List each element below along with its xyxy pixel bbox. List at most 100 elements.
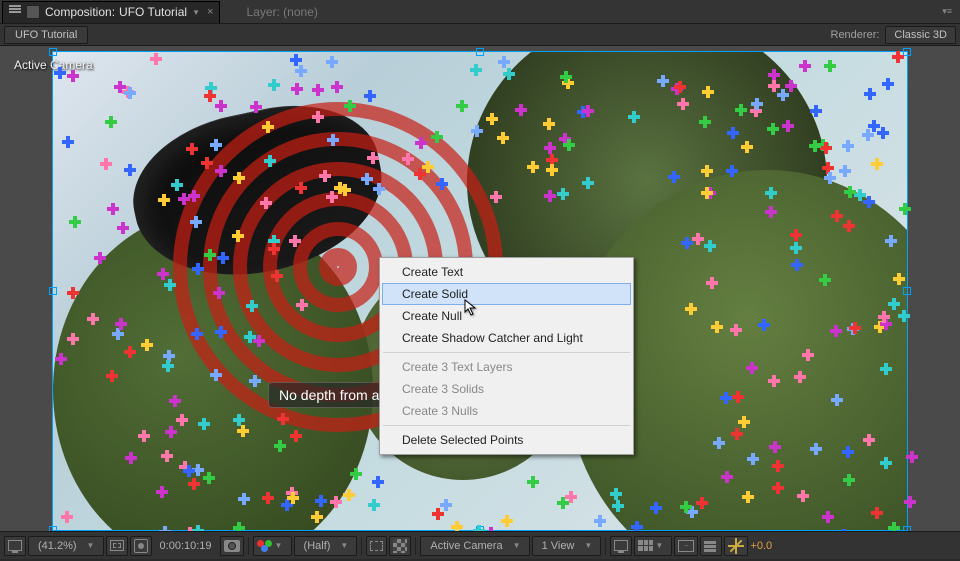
fast-previews-button[interactable]: ▼ xyxy=(634,536,672,556)
track-point[interactable] xyxy=(192,263,204,275)
exposure-reset-button[interactable] xyxy=(724,536,748,556)
track-point[interactable] xyxy=(367,152,379,164)
track-point[interactable] xyxy=(791,259,803,271)
track-point[interactable] xyxy=(882,78,894,90)
track-point[interactable] xyxy=(849,322,861,334)
track-point[interactable] xyxy=(544,190,556,202)
track-point[interactable] xyxy=(668,171,680,183)
track-point[interactable] xyxy=(171,179,183,191)
track-point[interactable] xyxy=(162,360,174,372)
track-point[interactable] xyxy=(802,349,814,361)
track-point[interactable] xyxy=(701,187,713,199)
panel-menu-button[interactable]: ▾≡ xyxy=(936,1,958,23)
track-point[interactable] xyxy=(830,325,842,337)
track-point[interactable] xyxy=(268,79,280,91)
views-dropdown[interactable]: 1 View▼ xyxy=(532,536,602,556)
menu-create-3-solids[interactable]: Create 3 Solids xyxy=(382,378,631,400)
track-point[interactable] xyxy=(701,165,713,177)
track-point[interactable] xyxy=(819,274,831,286)
track-point[interactable] xyxy=(790,229,802,241)
track-point[interactable] xyxy=(124,87,136,99)
track-point[interactable] xyxy=(843,474,855,486)
track-point[interactable] xyxy=(888,298,900,310)
zoom-dropdown[interactable]: (41.2%)▼ xyxy=(28,536,104,556)
track-point[interactable] xyxy=(107,203,119,215)
track-point[interactable] xyxy=(892,51,904,63)
track-point[interactable] xyxy=(582,177,594,189)
track-point[interactable] xyxy=(296,299,308,311)
track-point[interactable] xyxy=(746,362,758,374)
track-point[interactable] xyxy=(249,375,261,387)
track-point[interactable] xyxy=(159,526,171,531)
track-point[interactable] xyxy=(785,80,797,92)
track-point[interactable] xyxy=(456,100,468,112)
track-point[interactable] xyxy=(244,331,256,343)
track-point[interactable] xyxy=(820,142,832,154)
track-point[interactable] xyxy=(904,496,916,508)
track-point[interactable] xyxy=(844,186,856,198)
track-point[interactable] xyxy=(204,249,216,261)
track-point[interactable] xyxy=(169,395,181,407)
pixel-aspect-button[interactable] xyxy=(610,536,632,556)
track-point[interactable] xyxy=(106,370,118,382)
track-point[interactable] xyxy=(498,56,510,68)
track-point[interactable] xyxy=(751,98,763,110)
track-point[interactable] xyxy=(201,157,213,169)
track-point[interactable] xyxy=(262,492,274,504)
track-point[interactable] xyxy=(768,69,780,81)
track-point[interactable] xyxy=(685,303,697,315)
track-point[interactable] xyxy=(721,471,733,483)
track-point[interactable] xyxy=(62,136,74,148)
track-point[interactable] xyxy=(141,339,153,351)
menu-create-3-text[interactable]: Create 3 Text Layers xyxy=(382,356,631,378)
renderer-button[interactable]: Classic 3D xyxy=(885,26,956,44)
track-point[interactable] xyxy=(339,184,351,196)
track-point[interactable] xyxy=(843,220,855,232)
track-point[interactable] xyxy=(67,333,79,345)
track-point[interactable] xyxy=(471,125,483,137)
track-point[interactable] xyxy=(546,164,558,176)
timeline-button[interactable]: ⎯ xyxy=(674,536,698,556)
track-point[interactable] xyxy=(55,353,67,365)
chevron-down-icon[interactable]: ▼ xyxy=(191,7,201,17)
transparency-grid-button[interactable] xyxy=(389,536,411,556)
track-point[interactable] xyxy=(315,495,327,507)
track-point[interactable] xyxy=(610,488,622,500)
tab-composition[interactable]: Composition: UFO Tutorial ▼ × xyxy=(2,1,220,23)
track-point[interactable] xyxy=(432,508,444,520)
track-point[interactable] xyxy=(824,172,836,184)
track-point[interactable] xyxy=(431,131,443,143)
track-point[interactable] xyxy=(402,153,414,165)
track-point[interactable] xyxy=(326,191,338,203)
track-point[interactable] xyxy=(810,105,822,117)
menu-create-3-nulls[interactable]: Create 3 Nulls xyxy=(382,400,631,422)
current-time[interactable]: 0:00:10:19 xyxy=(154,540,218,552)
track-point[interactable] xyxy=(501,515,513,527)
menu-create-text[interactable]: Create Text xyxy=(382,261,631,283)
mask-visibility-button[interactable] xyxy=(130,536,152,556)
transform-handle[interactable] xyxy=(49,526,57,531)
track-point[interactable] xyxy=(217,252,229,264)
track-point[interactable] xyxy=(735,104,747,116)
track-point[interactable] xyxy=(271,270,283,282)
track-point[interactable] xyxy=(473,525,485,531)
track-point[interactable] xyxy=(87,313,99,325)
track-point[interactable] xyxy=(311,511,323,523)
track-point[interactable] xyxy=(831,394,843,406)
track-point[interactable] xyxy=(681,237,693,249)
track-point[interactable] xyxy=(364,90,376,102)
track-point[interactable] xyxy=(268,243,280,255)
track-point[interactable] xyxy=(765,187,777,199)
track-point[interactable] xyxy=(527,161,539,173)
track-point[interactable] xyxy=(100,158,112,170)
track-point[interactable] xyxy=(233,522,245,531)
track-point[interactable] xyxy=(677,98,689,110)
track-point[interactable] xyxy=(713,437,725,449)
track-point[interactable] xyxy=(650,502,662,514)
track-point[interactable] xyxy=(898,310,910,322)
track-point[interactable] xyxy=(105,116,117,128)
track-point[interactable] xyxy=(769,441,781,453)
track-point[interactable] xyxy=(631,521,643,531)
track-point[interactable] xyxy=(871,158,883,170)
track-point[interactable] xyxy=(54,67,66,79)
